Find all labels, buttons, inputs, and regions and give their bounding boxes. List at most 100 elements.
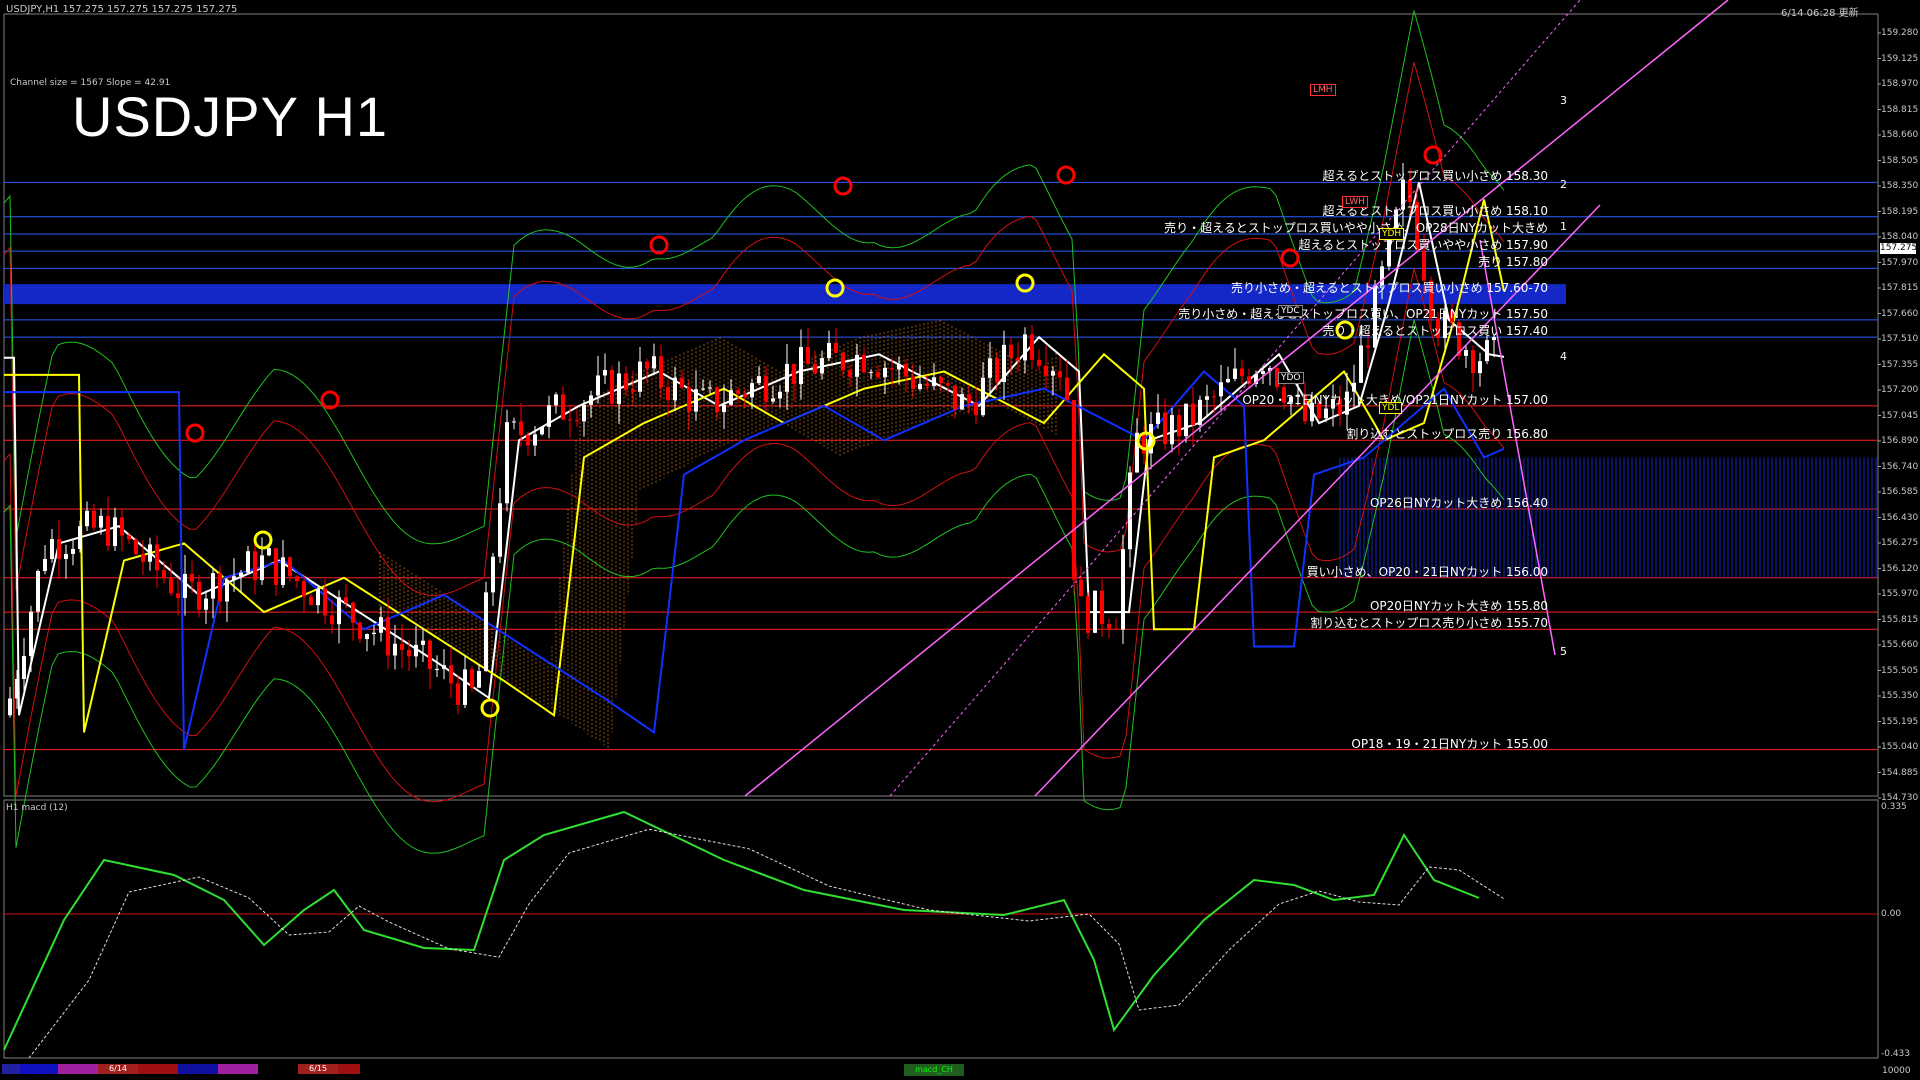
- candle-body: [771, 398, 775, 402]
- candle-body: [1191, 403, 1195, 425]
- price-tick: 158.040: [1881, 232, 1919, 242]
- level-label: OP26日NYカット大きめ 156.40: [1369, 495, 1548, 510]
- candle-body: [736, 390, 740, 394]
- current-price-box: 157.275: [1880, 243, 1918, 254]
- candle-body: [1093, 590, 1097, 633]
- candle-body: [764, 376, 768, 402]
- candle-body: [1170, 415, 1174, 445]
- candle-body: [281, 557, 285, 585]
- candle-body: [1198, 399, 1202, 425]
- candle-body: [43, 559, 47, 571]
- candle-body: [1366, 345, 1370, 348]
- candle-body: [1079, 579, 1083, 597]
- candle-body: [71, 548, 75, 554]
- candle-body: [15, 678, 19, 699]
- candle-body: [22, 655, 26, 679]
- candle-body: [449, 665, 453, 684]
- price-tick: 155.040: [1881, 742, 1919, 752]
- candle-body: [1114, 628, 1118, 630]
- bottom-right-value: 10000: [1882, 1066, 1911, 1076]
- macd-axis-top: 0.335: [1881, 802, 1907, 812]
- candle-body: [1422, 250, 1426, 281]
- candle-body: [610, 369, 614, 404]
- candle-body: [834, 342, 838, 353]
- price-tick: 156.275: [1881, 538, 1919, 548]
- level-label: OP18・19・21日NYカット 155.00: [1351, 736, 1548, 751]
- candle-body: [29, 611, 33, 656]
- candle-body: [372, 632, 376, 635]
- candle-body: [512, 421, 516, 423]
- wave-marker: 5: [1560, 645, 1567, 658]
- candle-body: [1072, 399, 1076, 580]
- price-tick: 158.195: [1881, 206, 1919, 217]
- candle-body: [561, 394, 565, 420]
- candle-body: [841, 352, 845, 371]
- level-label: 超えるとストップロス買いやや小さめ 157.90: [1298, 238, 1548, 253]
- candle-body: [1100, 590, 1104, 624]
- macd-axis-bottom: -0.433: [1881, 1049, 1911, 1059]
- wave-marker: 3: [1560, 94, 1567, 107]
- candle-body: [967, 394, 971, 403]
- price-tick: 158.815: [1881, 104, 1919, 115]
- candle-body: [673, 377, 677, 401]
- date-tab-0615[interactable]: 6/15: [298, 1064, 338, 1074]
- candle-body: [904, 363, 908, 377]
- price-tick: 158.505: [1881, 155, 1919, 166]
- candle-body: [876, 372, 880, 378]
- candle-body: [442, 665, 446, 669]
- candle-body: [421, 640, 425, 645]
- candle-body: [575, 420, 579, 422]
- candle-body: [624, 373, 628, 390]
- price-tick: 158.970: [1881, 79, 1919, 89]
- candle-body: [981, 377, 985, 416]
- candle-body: [99, 515, 103, 528]
- candle-body: [8, 698, 12, 716]
- macd-tag[interactable]: macd_CH: [904, 1064, 964, 1076]
- candle-body: [1324, 408, 1328, 419]
- macd-label: H1 macd (12): [6, 803, 68, 813]
- candle-body: [701, 388, 705, 390]
- price-tick: 158.660: [1881, 130, 1919, 140]
- level-label: 売り小さめ・超えるとストップロス買い、OP21日NYカット 157.50: [1178, 306, 1548, 321]
- chart-title: USDJPY H1: [72, 85, 389, 148]
- candle-body: [1212, 396, 1216, 398]
- candle-body: [190, 573, 194, 582]
- candle-body: [456, 683, 460, 705]
- candle-body: [113, 517, 117, 546]
- level-label: 売り 157.80: [1478, 255, 1548, 270]
- candle-body: [1261, 371, 1265, 374]
- candle-body: [1184, 403, 1188, 437]
- candle-body: [729, 390, 733, 405]
- candle-body: [589, 395, 593, 405]
- date-tab-0614[interactable]: 6/14: [98, 1064, 138, 1074]
- level-label: 買い小さめ、OP20・21日NYカット 156.00: [1306, 564, 1548, 579]
- candle-body: [239, 572, 243, 577]
- fractal-marker-icon: [253, 530, 273, 550]
- candle-body: [694, 389, 698, 412]
- candle-body: [1226, 378, 1230, 383]
- candle-body: [477, 671, 481, 688]
- candle-body: [883, 367, 887, 378]
- candle-body: [1065, 377, 1069, 400]
- candle-body: [1121, 549, 1125, 630]
- candle-body: [652, 356, 656, 369]
- bollinger-lower: [3, 268, 1505, 803]
- candle-body: [687, 387, 691, 412]
- candle-body: [1002, 344, 1006, 382]
- candle-body: [85, 510, 89, 527]
- candle-body: [603, 369, 607, 376]
- candle-body: [505, 422, 509, 504]
- candle-body: [267, 548, 271, 556]
- candle-body: [960, 394, 964, 410]
- fractal-marker-icon: [1056, 165, 1076, 185]
- price-tick: 155.195: [1881, 716, 1919, 727]
- candle-body: [183, 573, 187, 598]
- candle-body: [582, 404, 586, 422]
- candle-body: [540, 426, 544, 435]
- candle-body: [491, 556, 495, 593]
- level-label: 割り込むとストップロス売り小さめ 155.70: [1310, 616, 1548, 631]
- candle-body: [1086, 596, 1090, 633]
- price-tick: 158.350: [1881, 181, 1919, 191]
- chart-canvas[interactable]: 1 2 3 4 5: [0, 0, 1920, 1080]
- candle-body: [596, 375, 600, 396]
